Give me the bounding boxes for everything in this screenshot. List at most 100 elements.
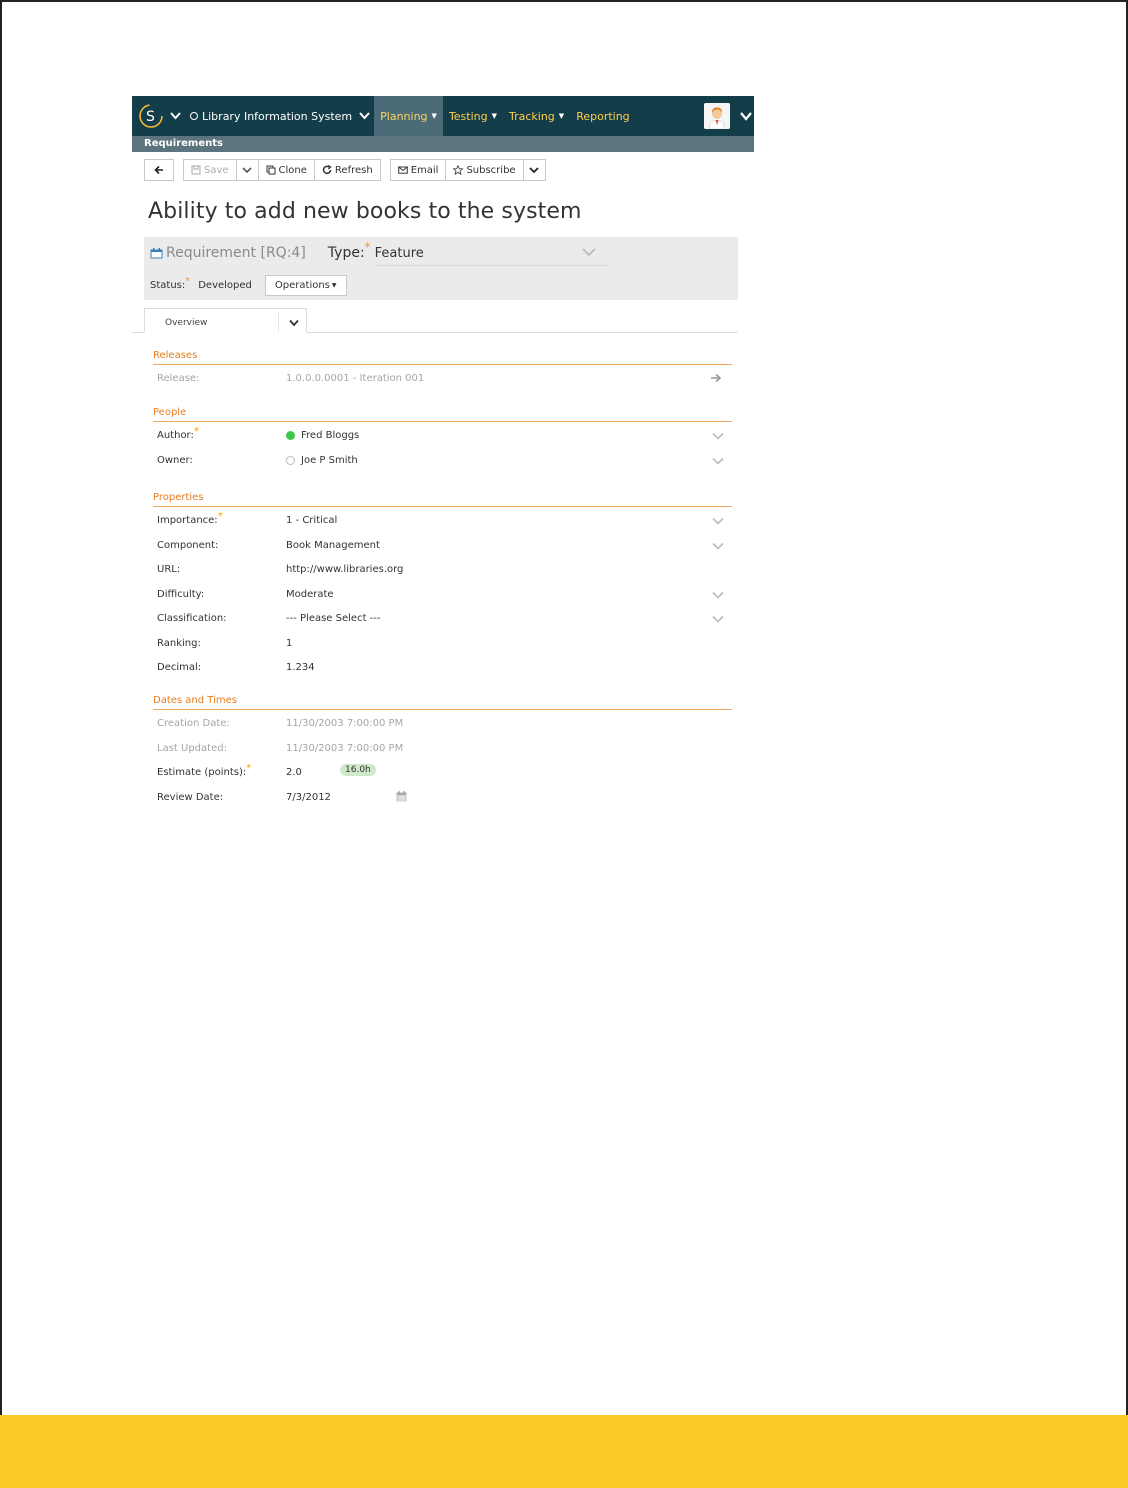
project-selector[interactable]: Library Information System	[190, 110, 370, 123]
review-date-label: Review Date:	[157, 791, 224, 803]
breadcrumb[interactable]: Requirements	[132, 136, 754, 152]
back-button[interactable]	[144, 159, 174, 181]
release-label: Release:	[157, 373, 200, 384]
toolbar: Save Clone Refresh Email Subscribe	[144, 159, 546, 181]
type-value[interactable]: Feature	[375, 246, 424, 261]
classification-row: Classification: --- Please Select ---	[153, 605, 732, 630]
offline-status-icon	[286, 456, 295, 465]
clone-icon	[266, 165, 276, 175]
importance-value[interactable]: 1 - Critical	[286, 515, 337, 526]
author-value[interactable]: Fred Bloggs	[286, 430, 359, 441]
ranking-row: Ranking: 1	[153, 630, 732, 655]
classification-label: Classification:	[157, 613, 227, 624]
difficulty-label: Difficulty:	[157, 588, 205, 600]
chevron-down-icon[interactable]	[712, 432, 724, 440]
owner-value[interactable]: Joe P Smith	[286, 455, 358, 466]
author-label-text: Author:	[157, 430, 194, 441]
subscribe-label: Subscribe	[466, 164, 516, 176]
last-updated-value: 11/30/2003 7:00:00 PM	[286, 742, 404, 754]
menu-testing[interactable]: Testing ▼	[443, 96, 503, 136]
review-date-text: 7/3/2012	[286, 791, 331, 803]
arrow-right-icon[interactable]	[710, 373, 722, 383]
operations-button[interactable]: Operations ▼	[264, 275, 347, 296]
type-field-underline	[377, 265, 609, 266]
menu-label: Testing	[448, 109, 488, 123]
clone-label: Clone	[278, 164, 307, 176]
type-label: Type:	[327, 245, 365, 261]
app-window: S Library Information System Planning ▼ T…	[132, 96, 754, 803]
star-icon	[453, 165, 464, 175]
clone-button[interactable]: Clone	[258, 159, 315, 181]
required-star-icon: *	[246, 763, 252, 774]
menu-label: Planning	[380, 109, 428, 123]
requirement-icon	[150, 248, 163, 259]
chevron-down-icon[interactable]	[712, 591, 724, 599]
status-line: Status: * Developed Operations ▼	[150, 275, 347, 296]
calendar-icon[interactable]	[396, 790, 407, 802]
release-row: Release: 1.0.0.0.0001 - Iteration 001	[153, 365, 732, 390]
tab-overview[interactable]: Overview	[144, 308, 307, 333]
properties-section: Properties Importance:* 1 - Critical Com…	[153, 492, 732, 679]
chevron-down-icon[interactable]	[582, 247, 596, 257]
releases-section: Releases Release: 1.0.0.0.0001 - Iterati…	[153, 350, 732, 390]
user-avatar[interactable]	[704, 103, 730, 129]
svg-text:S: S	[146, 109, 155, 125]
release-value: 1.0.0.0.0001 - Iteration 001	[286, 373, 425, 384]
page-title[interactable]: Ability to add new books to the system	[148, 199, 582, 224]
email-group: Email Subscribe	[389, 159, 546, 181]
project-name: Library Information System	[202, 109, 353, 123]
save-button[interactable]: Save	[183, 159, 237, 181]
review-date-row: Review Date: 7/3/2012	[153, 784, 732, 809]
owner-row: Owner: Joe P Smith	[153, 447, 732, 472]
more-dropdown-button[interactable]	[523, 159, 546, 181]
chevron-down-icon[interactable]	[168, 112, 182, 120]
email-label: Email	[410, 164, 439, 176]
required-star-icon: *	[193, 426, 199, 437]
ranking-value[interactable]: 1	[286, 638, 292, 649]
component-value[interactable]: Book Management	[286, 540, 380, 551]
refresh-icon	[322, 165, 332, 175]
caret-down-icon: ▼	[431, 112, 437, 120]
chevron-down-icon	[359, 112, 370, 120]
back-group	[144, 159, 174, 181]
people-section: People Author:* Fred Bloggs Owner: Joe P…	[153, 407, 732, 472]
estimate-label: Estimate (points):*	[157, 763, 251, 778]
ranking-label: Ranking:	[157, 637, 201, 649]
difficulty-row: Difficulty: Moderate	[153, 581, 732, 606]
menu-reporting[interactable]: Reporting	[570, 96, 635, 136]
classification-value[interactable]: --- Please Select ---	[286, 613, 381, 624]
menu-tracking[interactable]: Tracking ▼	[503, 96, 570, 136]
review-date-value[interactable]: 7/3/2012	[286, 790, 407, 803]
estimate-row: Estimate (points):* 2.0 16.0h	[153, 759, 732, 784]
chevron-down-icon[interactable]	[712, 517, 724, 525]
author-name: Fred Bloggs	[301, 430, 360, 441]
spira-logo-icon[interactable]: S	[138, 103, 164, 129]
url-value[interactable]: http://www.libraries.org	[286, 564, 403, 575]
dates-section: Dates and Times Creation Date: 11/30/200…	[153, 695, 732, 808]
difficulty-value[interactable]: Moderate	[286, 589, 334, 600]
chevron-down-icon	[242, 167, 252, 174]
estimate-value[interactable]: 2.0	[286, 767, 302, 778]
save-group: Save Clone Refresh	[183, 159, 381, 181]
email-button[interactable]: Email	[389, 159, 447, 181]
refresh-label: Refresh	[334, 164, 373, 176]
save-dropdown-button[interactable]	[236, 159, 259, 181]
chevron-down-icon[interactable]	[712, 615, 724, 623]
caret-down-icon: ▼	[558, 112, 565, 120]
menu-label: Tracking	[509, 109, 555, 123]
caret-down-icon: ▼	[491, 112, 497, 120]
chevron-down-icon[interactable]	[712, 457, 724, 465]
refresh-button[interactable]: Refresh	[314, 159, 381, 181]
section-title: People	[153, 407, 732, 422]
envelope-icon	[397, 166, 408, 174]
decimal-value[interactable]: 1.234	[286, 662, 315, 673]
menu-planning[interactable]: Planning ▼	[374, 96, 443, 136]
chevron-down-icon[interactable]	[712, 542, 724, 550]
importance-row: Importance:* 1 - Critical	[153, 507, 732, 532]
url-row: URL: http://www.libraries.org	[153, 556, 732, 581]
chevron-down-icon[interactable]	[740, 111, 752, 121]
estimate-hours-badge: 16.0h	[340, 764, 376, 776]
subscribe-button[interactable]: Subscribe	[446, 159, 524, 181]
chevron-down-icon[interactable]	[289, 319, 299, 327]
main-menu: Planning ▼ Testing ▼ Tracking ▼ Reporting	[374, 96, 636, 136]
